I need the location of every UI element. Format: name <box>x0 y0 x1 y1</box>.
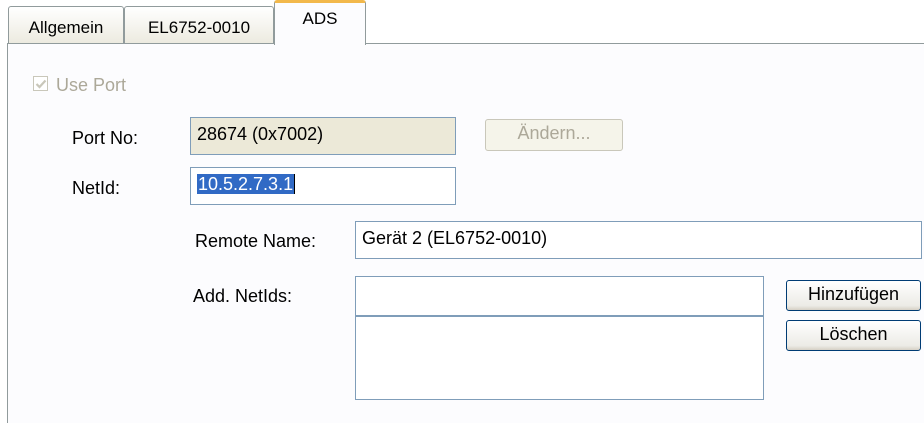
remote-name-label: Remote Name: <box>195 231 317 251</box>
use-port-checkbox[interactable] <box>33 76 48 91</box>
add-netids-list[interactable] <box>355 316 764 400</box>
port-no-field[interactable]: 28674 (0x7002) <box>190 117 456 155</box>
tab-strip: Allgemein EL6752-0010 ADS <box>0 0 924 45</box>
netid-field[interactable]: 10.5.2.7.3.1 <box>190 167 456 205</box>
add-netids-label: Add. NetIds: <box>193 286 293 306</box>
port-no-label: Port No: <box>72 128 139 148</box>
tab-ads[interactable]: ADS <box>274 0 366 45</box>
change-button[interactable]: Ändern... <box>485 119 623 151</box>
checkmark-icon <box>35 79 47 89</box>
add-netids-input[interactable] <box>355 276 764 316</box>
netid-value: 10.5.2.7.3.1 <box>197 174 295 194</box>
add-button[interactable]: Hinzufügen <box>786 280 921 311</box>
use-port-label: Use Port <box>56 75 127 95</box>
text-caret <box>294 174 296 194</box>
delete-button[interactable]: Löschen <box>786 320 921 351</box>
remote-name-field[interactable]: Gerät 2 (EL6752-0010) <box>355 221 922 259</box>
tab-el6752-0010[interactable]: EL6752-0010 <box>124 6 274 44</box>
netid-label: NetId: <box>72 178 121 198</box>
tab-allgemein[interactable]: Allgemein <box>8 6 124 44</box>
